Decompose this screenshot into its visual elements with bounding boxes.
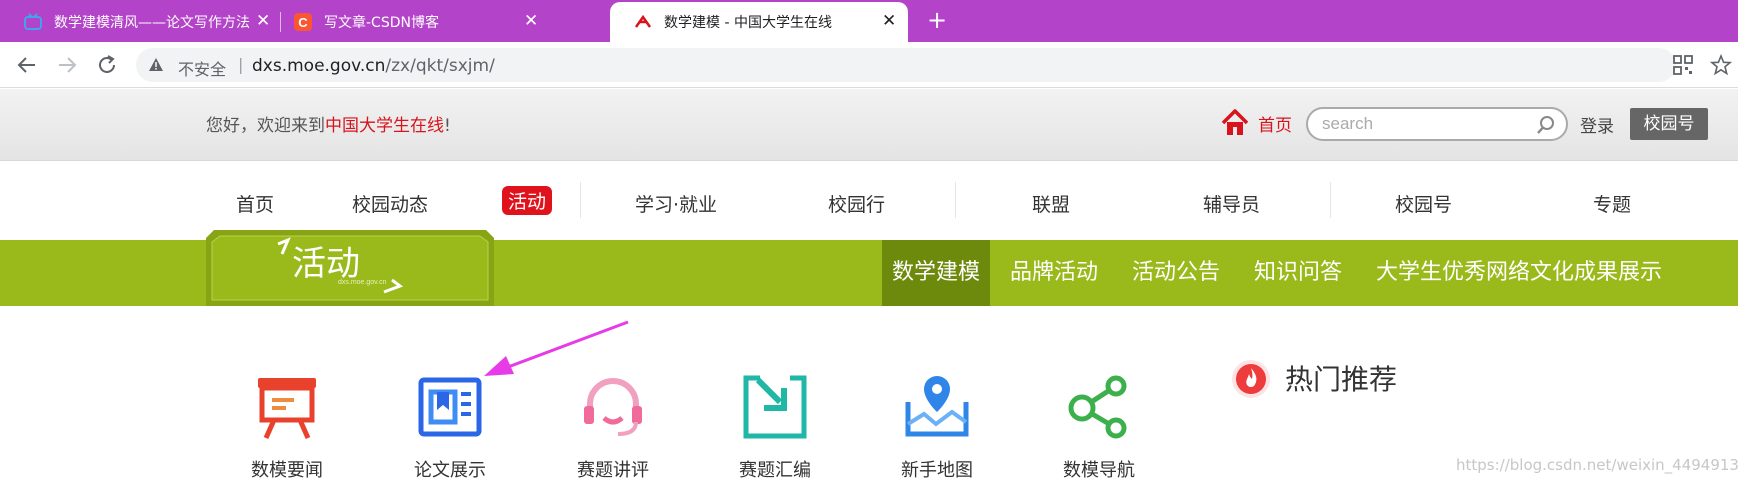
- back-arrow-icon[interactable]: [14, 52, 40, 78]
- subnav-brand-activities[interactable]: 品牌活动: [1010, 240, 1098, 306]
- main-nav: 首页 校园动态 活动 学习·就业 校园行 联盟 辅导员 校园号 专题: [0, 162, 1738, 240]
- nav-item-campus-account[interactable]: 校园号: [1395, 190, 1452, 217]
- home-link[interactable]: 首页: [1258, 111, 1292, 136]
- bilibili-tv-icon: [24, 13, 42, 30]
- login-link[interactable]: 登录: [1580, 112, 1614, 137]
- subnav-math-modeling[interactable]: 数学建模: [882, 240, 991, 306]
- watermark: https://blog.csdn.net/weixin_44949135: [1456, 456, 1738, 474]
- activity-badge: 活动 dxs.moe.gov.cn: [206, 230, 494, 306]
- home-icon[interactable]: [1220, 108, 1250, 138]
- site-logo-icon: [634, 14, 652, 28]
- url-path: /zx/qkt/sxjm/: [385, 56, 495, 76]
- browser-tab-1[interactable]: 数学建模清风——论文写作方法 ✕: [0, 2, 278, 42]
- address-bar[interactable]: 不安全 | dxs.moe.gov.cn/zx/qkt/sxjm/: [136, 48, 1676, 82]
- feature-label: 新手地图: [901, 460, 973, 481]
- subnav-knowledge-qa[interactable]: 知识问答: [1254, 240, 1342, 306]
- feature-label: 赛题讲评: [577, 460, 649, 481]
- tab-title: 数学建模清风——论文写作方法: [54, 15, 250, 31]
- badge-subtitle: dxs.moe.gov.cn: [338, 279, 387, 286]
- nav-divider: [1330, 182, 1331, 218]
- welcome-prefix: 您好，欢迎来到: [206, 116, 325, 136]
- feature-news[interactable]: 数模要闻: [232, 372, 342, 482]
- svg-text:C: C: [298, 15, 308, 30]
- subnav-activity-notices[interactable]: 活动公告: [1132, 240, 1220, 306]
- nav-item-campus-tour[interactable]: 校园行: [828, 190, 885, 217]
- reload-icon[interactable]: [94, 52, 120, 78]
- nav-item-activity[interactable]: 活动: [502, 186, 553, 215]
- nav-divider: [580, 182, 581, 218]
- feature-problem-collection[interactable]: 赛题汇编: [720, 372, 830, 482]
- forward-arrow-icon[interactable]: [54, 52, 80, 78]
- presentation-board-icon: [258, 378, 316, 440]
- search-icon[interactable]: [1536, 115, 1556, 135]
- feature-papers[interactable]: 论文展示: [395, 372, 505, 482]
- qr-code-icon[interactable]: [1672, 54, 1694, 76]
- feature-modeling-navigation[interactable]: 数模导航: [1044, 372, 1154, 482]
- badge-title: 活动: [292, 244, 360, 284]
- browser-tab-2[interactable]: C 写文章-CSDN博客 ✕: [270, 2, 548, 42]
- headset-icon: [584, 378, 642, 436]
- nav-item-counselor[interactable]: 辅导员: [1203, 190, 1260, 217]
- search-input[interactable]: [1322, 113, 1522, 135]
- new-tab-button[interactable]: +: [924, 7, 950, 33]
- csdn-icon: C: [294, 13, 312, 31]
- nav-item-topics[interactable]: 专题: [1593, 190, 1631, 217]
- tab-title: 数学建模 - 中国大学生在线: [664, 15, 832, 31]
- subnav-culture-showcase[interactable]: 大学生优秀网络文化成果展示: [1376, 240, 1662, 306]
- feature-problem-review[interactable]: 赛题讲评: [558, 372, 668, 482]
- feature-beginner-map[interactable]: 新手地图: [882, 372, 992, 482]
- site-top-bar: 您好，欢迎来到中国大学生在线! 首页 登录 校园号: [0, 89, 1738, 161]
- security-label[interactable]: 不安全: [178, 56, 226, 80]
- browser-tab-bar: 数学建模清风——论文写作方法 ✕ C 写文章-CSDN博客 ✕ 数学建模 - 中…: [0, 0, 1738, 42]
- nav-item-home[interactable]: 首页: [236, 190, 274, 217]
- url-separator: |: [238, 55, 244, 74]
- annotation-arrow: [484, 320, 629, 376]
- tab-title: 写文章-CSDN博客: [324, 15, 439, 31]
- campus-account-button[interactable]: 校园号: [1630, 108, 1708, 140]
- browser-tab-3-active[interactable]: 数学建模 - 中国大学生在线 ✕: [610, 2, 908, 42]
- welcome-suffix: !: [444, 116, 451, 136]
- feature-label: 数模导航: [1063, 460, 1135, 481]
- bookmark-star-icon[interactable]: [1710, 54, 1732, 76]
- feature-label: 论文展示: [414, 460, 486, 481]
- nav-divider: [955, 182, 956, 218]
- welcome-text: 您好，欢迎来到中国大学生在线!: [206, 111, 451, 136]
- url-domain: dxs.moe.gov.cn: [252, 56, 386, 76]
- tab-close-icon[interactable]: ✕: [256, 11, 270, 31]
- warning-triangle-icon: [149, 58, 163, 71]
- download-tray-icon: [743, 375, 807, 439]
- tab-close-icon[interactable]: ✕: [524, 11, 538, 31]
- feature-label: 数模要闻: [251, 460, 323, 481]
- welcome-site-link[interactable]: 中国大学生在线: [325, 116, 444, 136]
- search-box: [1306, 107, 1568, 141]
- hot-recommend-title: 热门推荐: [1285, 363, 1398, 396]
- share-nodes-icon: [1068, 375, 1127, 439]
- tab-close-icon[interactable]: ✕: [882, 11, 896, 31]
- browser-toolbar: 不安全 | dxs.moe.gov.cn/zx/qkt/sxjm/: [0, 42, 1738, 88]
- nav-item-alliance[interactable]: 联盟: [1032, 190, 1070, 217]
- nav-item-campus-news[interactable]: 校园动态: [352, 190, 428, 217]
- paper-display-icon: [418, 377, 482, 437]
- flame-icon: [1232, 360, 1270, 398]
- url-text[interactable]: dxs.moe.gov.cn/zx/qkt/sxjm/: [252, 56, 495, 76]
- map-pin-icon: [905, 376, 969, 437]
- nav-item-study-career[interactable]: 学习·就业: [635, 190, 717, 217]
- feature-label: 赛题汇编: [739, 460, 811, 481]
